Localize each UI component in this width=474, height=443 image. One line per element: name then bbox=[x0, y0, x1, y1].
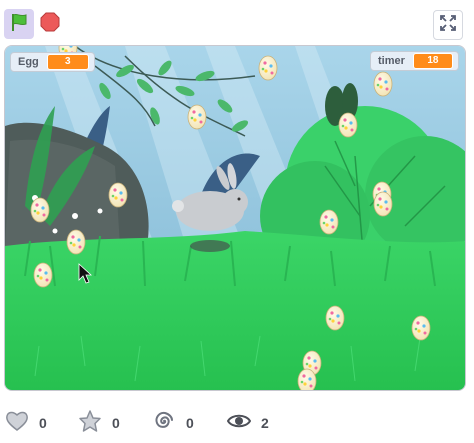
love-stat[interactable]: 0 bbox=[5, 411, 47, 435]
egg-monitor-value: 3 bbox=[46, 54, 89, 70]
project-stats-bar: 0 0 0 2 bbox=[0, 400, 474, 443]
remix-count: 0 bbox=[186, 415, 194, 431]
green-flag-button[interactable] bbox=[4, 9, 34, 39]
timer-monitor-label: timer bbox=[378, 55, 405, 67]
egg-monitor-label: Egg bbox=[18, 56, 39, 68]
heart-icon bbox=[5, 410, 29, 437]
stop-sign-icon bbox=[40, 12, 60, 37]
love-count: 0 bbox=[39, 415, 47, 431]
stage-scene bbox=[5, 46, 465, 390]
remix-stat: 0 bbox=[152, 411, 194, 435]
favorite-count: 0 bbox=[112, 415, 120, 431]
green-flag-icon bbox=[9, 12, 29, 37]
view-count: 2 bbox=[261, 415, 269, 431]
timer-variable-monitor: timer 18 bbox=[370, 51, 459, 71]
stop-button[interactable] bbox=[39, 12, 61, 37]
star-icon bbox=[78, 409, 102, 438]
project-stage[interactable]: Egg 3 timer 18 bbox=[4, 45, 466, 391]
eye-icon bbox=[226, 412, 252, 435]
player-controls bbox=[0, 0, 474, 46]
egg-variable-monitor: Egg 3 bbox=[10, 52, 95, 72]
favorite-stat[interactable]: 0 bbox=[78, 409, 120, 438]
fullscreen-icon bbox=[440, 14, 456, 36]
views-stat: 2 bbox=[226, 411, 269, 435]
fullscreen-button[interactable] bbox=[433, 10, 463, 40]
remix-spiral-icon bbox=[152, 409, 176, 438]
timer-monitor-value: 18 bbox=[412, 53, 453, 69]
